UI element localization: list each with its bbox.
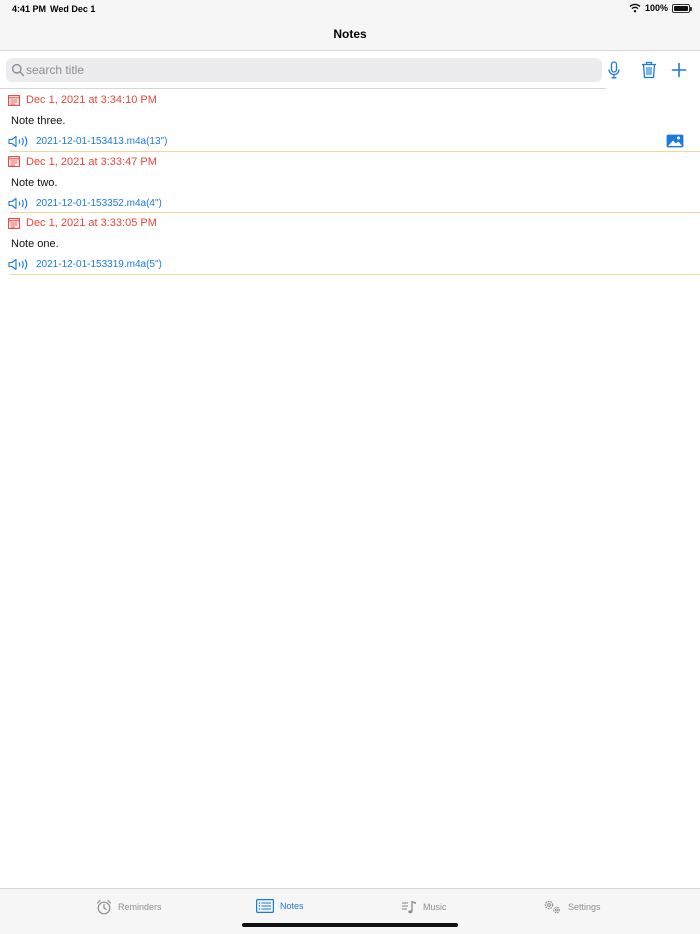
note-title: Note three. — [11, 115, 66, 127]
note-title: Note two. — [11, 176, 58, 189]
alarm-clock-icon — [96, 900, 112, 915]
note-date-text: Dec 1, 2021 at 3:33:05 PM — [26, 217, 157, 229]
tab-label: Reminders — [118, 902, 162, 912]
status-time: 4:41 PM — [12, 4, 47, 14]
search-row — [0, 51, 700, 89]
status-indicators: 100% — [629, 3, 692, 13]
note-row[interactable]: Dec 1, 2021 at 3:33:47 PM Note two. 2021… — [0, 152, 700, 213]
mic-button[interactable] — [603, 59, 625, 81]
delete-button[interactable] — [638, 59, 660, 81]
gears-icon — [544, 900, 560, 914]
search-icon — [11, 63, 25, 77]
note-date-text: Dec 1, 2021 at 3:33:47 PM — [26, 155, 157, 168]
tab-label: Settings — [568, 902, 601, 912]
tab-reminders[interactable]: Reminders — [96, 899, 162, 915]
note-icon — [8, 156, 20, 167]
audio-filename: 2021-12-01-153352.m4a(4") — [36, 197, 162, 209]
search-input[interactable] — [26, 58, 596, 82]
status-bar: 4:41 PM Wed Dec 1 100% — [0, 0, 700, 18]
note-title: Note one. — [11, 238, 59, 250]
battery-percent: 100% — [644, 3, 668, 13]
image-icon[interactable] — [666, 134, 684, 148]
note-date: Dec 1, 2021 at 3:33:05 PM — [8, 217, 157, 229]
note-icon — [8, 94, 20, 106]
nav-bar: Notes — [0, 18, 700, 50]
notes-list-icon — [256, 899, 274, 913]
plus-icon — [671, 62, 687, 78]
wifi-icon — [629, 3, 641, 13]
search-box[interactable] — [6, 58, 602, 82]
note-date-text: Dec 1, 2021 at 3:34:10 PM — [26, 94, 157, 106]
page-title: Notes — [333, 27, 367, 41]
audio-attachment[interactable]: 2021-12-01-153352.m4a(4") — [8, 197, 162, 210]
status-date: Wed Dec 1 — [50, 4, 96, 14]
speaker-icon — [8, 197, 28, 209]
trash-icon — [642, 61, 656, 79]
note-date: Dec 1, 2021 at 3:34:10 PM — [8, 94, 157, 106]
audio-attachment[interactable]: 2021-12-01-153413.m4a(13") — [8, 135, 167, 148]
tab-bar: Reminders Notes Music Settings — [0, 888, 700, 934]
speaker-icon — [8, 258, 28, 271]
audio-attachment[interactable]: 2021-12-01-153319.m4a(5") — [8, 258, 162, 271]
home-indicator — [242, 923, 458, 927]
tab-notes[interactable]: Notes — [256, 899, 304, 913]
note-date: Dec 1, 2021 at 3:33:47 PM — [8, 156, 157, 168]
note-row[interactable]: Dec 1, 2021 at 3:33:05 PM Note one. 2021… — [0, 213, 700, 275]
note-row[interactable]: Dec 1, 2021 at 3:34:10 PM Note three. 20… — [0, 90, 700, 152]
audio-filename: 2021-12-01-153413.m4a(13") — [36, 136, 168, 147]
tab-settings[interactable]: Settings — [542, 899, 601, 915]
add-note-button[interactable] — [668, 59, 690, 81]
tab-label: Music — [423, 902, 447, 912]
battery-icon — [672, 3, 692, 13]
search-divider — [0, 88, 606, 89]
note-divider — [10, 273, 700, 275]
mic-icon — [608, 61, 620, 79]
speaker-icon — [8, 135, 28, 148]
audio-filename: 2021-12-01-153319.m4a(5") — [36, 259, 162, 270]
note-icon — [8, 217, 20, 229]
tab-label: Notes — [280, 901, 304, 911]
battery-fill — [674, 5, 688, 11]
notes-list: Dec 1, 2021 at 3:34:10 PM Note three. 20… — [0, 90, 700, 275]
tab-music[interactable]: Music — [401, 899, 447, 915]
music-note-icon — [402, 901, 416, 914]
